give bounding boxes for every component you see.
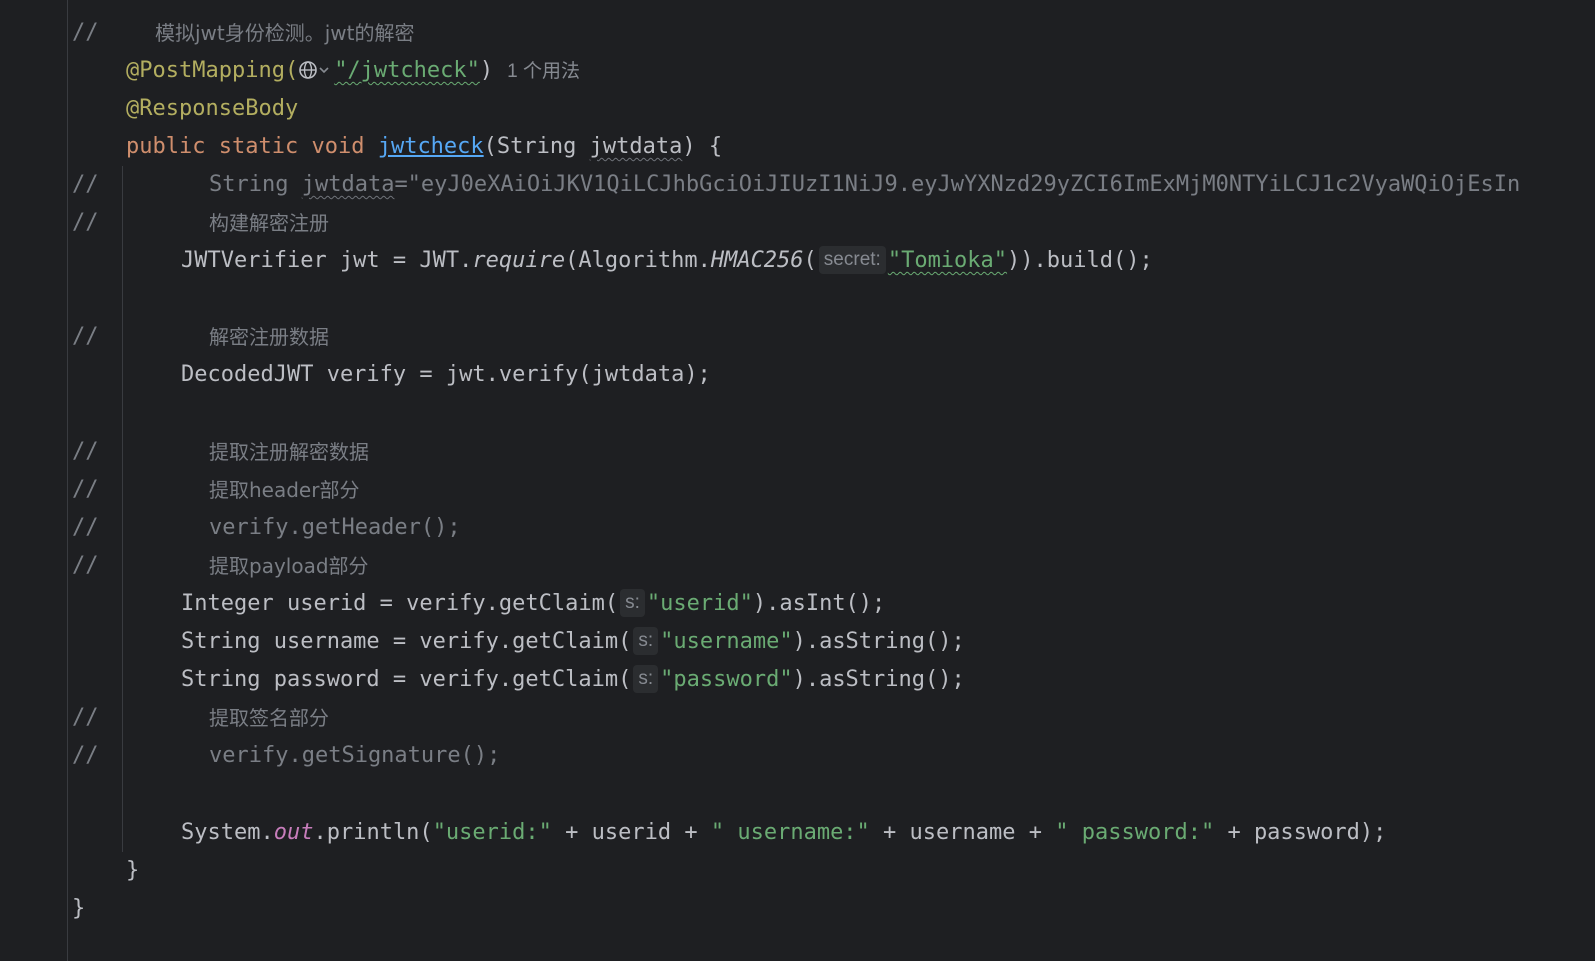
comment-type: String <box>209 172 302 197</box>
comment-text: 提取header部分 <box>209 478 360 502</box>
code-line[interactable]: public static void jwtcheck(String jwtda… <box>0 128 1595 166</box>
code-post: ).asString(); <box>792 629 965 654</box>
comment-marker: // <box>72 324 99 349</box>
code-line[interactable]: // 提取header部分 <box>0 471 1595 509</box>
code-line[interactable]: @PostMapping( "/jwtcheck") 1 个用法 <box>0 52 1595 90</box>
globe-icon[interactable] <box>298 56 334 94</box>
comment-text: 构建解密注册 <box>209 211 329 235</box>
comment-marker: // <box>72 20 99 45</box>
code-line[interactable]: System.out.println("userid:" + userid + … <box>0 814 1595 852</box>
string-userid: "userid:" <box>432 820 552 845</box>
closing-brace: } <box>126 858 140 883</box>
comment-marker: // <box>72 553 99 578</box>
closing-brace: } <box>72 896 86 921</box>
code-editor[interactable]: // 模拟jwt身份检测。jwt的解密 @PostMapping( "/jwtch… <box>0 0 1595 961</box>
claim-string: "userid" <box>646 591 753 616</box>
close-paren: ) <box>479 58 494 83</box>
code-line[interactable]: // 提取签名部分 <box>0 699 1595 737</box>
code-line[interactable]: DecodedJWT verify = jwt.verify(jwtdata); <box>0 356 1595 394</box>
param-hint: s: <box>620 589 645 617</box>
comment-text: verify.getSignature(); <box>209 743 501 768</box>
comment-marker: // <box>72 743 99 768</box>
code-line[interactable]: // verify.getSignature(); <box>0 737 1595 775</box>
comment-marker: // <box>72 439 99 464</box>
code-line[interactable]: // 构建解密注册 <box>0 204 1595 242</box>
field-out: out <box>273 820 314 845</box>
claim-string: "username" <box>660 629 793 654</box>
param-hint: s: <box>633 627 659 655</box>
comment-text: 解密注册数据 <box>209 325 329 349</box>
code-post: ).asInt(); <box>752 591 886 616</box>
comment-text: 提取签名部分 <box>209 706 329 730</box>
comment-text: verify.getHeader(); <box>209 515 461 540</box>
comment-marker: // <box>72 705 99 730</box>
concat-3: + password); <box>1214 820 1387 845</box>
code-line[interactable]: // String jwtdata="eyJ0eXAiOiJKV1QiLCJhb… <box>0 166 1595 204</box>
code-pre: JWTVerifier jwt = JWT. <box>181 248 473 273</box>
code-pre: String username = verify.getClaim( <box>181 629 632 654</box>
code-pre: System. <box>181 820 274 845</box>
annotation-responsebody: @ResponseBody <box>126 96 299 121</box>
code-post: )).build(); <box>1007 248 1153 273</box>
code-line[interactable]: @ResponseBody <box>0 90 1595 128</box>
code-line[interactable]: } <box>0 852 1595 890</box>
code-line[interactable]: // 提取注册解密数据 <box>0 433 1595 471</box>
method-name[interactable]: jwtcheck <box>378 134 484 159</box>
param-name: jwtdata <box>589 134 683 159</box>
comment-marker: // <box>72 210 99 235</box>
comment-text: 模拟jwt身份检测。jwt的解密 <box>155 21 415 45</box>
code-text: DecodedJWT verify = jwt.verify(jwtdata); <box>181 362 711 387</box>
claim-string: "password" <box>660 667 793 692</box>
comment-marker: // <box>72 477 99 502</box>
code-pre: String password = verify.getClaim( <box>181 667 632 692</box>
comment-text: 提取注册解密数据 <box>209 440 369 464</box>
method-require: require <box>472 248 566 273</box>
code-line[interactable]: JWTVerifier jwt = JWT.require(Algorithm.… <box>0 242 1595 280</box>
string-password: " password:" <box>1055 820 1215 845</box>
secret-string: "Tomioka" <box>887 248 1008 273</box>
const-hmac: HMAC256 <box>710 248 804 273</box>
concat-2: + username + <box>869 820 1056 845</box>
code-mid: (Algorithm. <box>565 248 711 273</box>
code-line[interactable]: // 提取payload部分 <box>0 547 1595 585</box>
code-line[interactable]: Integer userid = verify.getClaim(s: "user… <box>0 585 1595 623</box>
param-hint: s: <box>633 665 659 693</box>
keyword-public: public <box>126 134 206 159</box>
comment-marker: // <box>72 515 99 540</box>
comment-text: 提取payload部分 <box>209 554 369 578</box>
keyword-static: static <box>218 134 299 159</box>
code-post: ).asString(); <box>792 667 965 692</box>
comment-var: jwtdata <box>301 172 395 197</box>
concat-1: + userid + <box>551 820 711 845</box>
code-line[interactable]: // 解密注册数据 <box>0 318 1595 356</box>
param-hint: secret: <box>818 246 886 274</box>
annotation-postmapping: @PostMapping( <box>126 58 299 83</box>
code-line[interactable]: // 模拟jwt身份检测。jwt的解密 <box>0 14 1595 52</box>
println-call: .println( <box>313 820 433 845</box>
keyword-void: void <box>311 134 365 159</box>
code-line[interactable]: // verify.getHeader(); <box>0 509 1595 547</box>
usages-link[interactable]: 1 个用法 <box>507 61 580 82</box>
code-line[interactable]: } <box>0 890 1595 928</box>
code-line[interactable]: String password = verify.getClaim(s: "pas… <box>0 661 1595 699</box>
code-line[interactable]: String username = verify.getClaim(s: "use… <box>0 623 1595 661</box>
open-paren: ( <box>803 248 817 273</box>
params-open: (String <box>483 134 590 159</box>
mapping-path: "/jwtcheck" <box>334 58 480 83</box>
comment-jwt-string: ="eyJ0eXAiOiJKV1QiLCJhbGciOiJIUzI1NiJ9.e… <box>394 172 1521 197</box>
params-close: ) { <box>682 134 723 159</box>
comment-marker: // <box>72 172 99 197</box>
code-pre: Integer userid = verify.getClaim( <box>181 591 619 616</box>
string-username: " username:" <box>710 820 870 845</box>
